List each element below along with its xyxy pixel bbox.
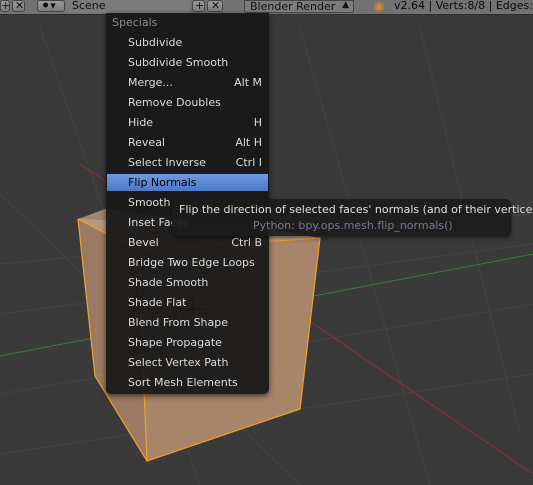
menu-item-bridge-two-edge-loops[interactable]: Bridge Two Edge Loops [107, 254, 268, 271]
menu-item-blend-from-shape[interactable]: Blend From Shape [107, 314, 268, 331]
menu-item-subdivide-smooth[interactable]: Subdivide Smooth [107, 54, 268, 71]
menu-item-shape-propagate[interactable]: Shape Propagate [107, 334, 268, 351]
menu-item-bevel[interactable]: Bevel Ctrl B [107, 234, 268, 251]
add-icon[interactable]: + [0, 0, 10, 12]
menu-item-label: Bridge Two Edge Loops [128, 256, 255, 269]
menu-item-label: Shade Smooth [128, 276, 209, 289]
tooltip-description: Flip the direction of selected faces' no… [179, 203, 533, 216]
menu-item-label: Remove Doubles [128, 96, 221, 109]
menu-item-shortcut: Alt H [235, 136, 262, 149]
menu-item-hide[interactable]: Hide H [107, 114, 268, 131]
scene-browse-icon[interactable]: ⚫▾ [37, 0, 65, 12]
menu-item-label: Shape Propagate [128, 336, 222, 349]
menu-item-shortcut: Ctrl I [235, 156, 262, 169]
menu-item-shade-smooth[interactable]: Shade Smooth [107, 274, 268, 291]
menu-item-label: Reveal [128, 136, 165, 149]
close-icon[interactable]: ✕ [12, 0, 25, 12]
menu-item-flip-normals[interactable]: Flip Normals [107, 174, 268, 191]
menu-item-label: Sort Mesh Elements [128, 376, 238, 389]
menu-item-label: Subdivide [128, 36, 183, 49]
menu-item-label: Hide [128, 116, 154, 129]
menu-item-label: Subdivide Smooth [128, 56, 229, 69]
menu-item-label: Smooth [128, 196, 171, 209]
menu-item-merge[interactable]: Merge... Alt M [107, 74, 268, 91]
blender-logo-icon: ◉ [374, 0, 385, 13]
menu-item-shortcut: Alt M [234, 76, 262, 89]
updown-arrows-icon: ▲ [342, 0, 349, 10]
menu-item-label: Select Inverse [128, 156, 206, 169]
menu-item-shade-flat[interactable]: Shade Flat [107, 294, 268, 311]
menu-item-label: Select Vertex Path [128, 356, 229, 369]
menu-item-remove-doubles[interactable]: Remove Doubles [107, 94, 268, 111]
scene-field[interactable]: Scene [66, 0, 190, 13]
menu-item-label: Blend From Shape [128, 316, 229, 329]
menu-item-label: Bevel [128, 236, 159, 249]
menu-item-sort-mesh-elements[interactable]: Sort Mesh Elements [107, 374, 268, 391]
menu-item-label: Merge... [128, 76, 173, 89]
menu-item-select-vertex-path[interactable]: Select Vertex Path [107, 354, 268, 371]
menu-item-shortcut: H [253, 116, 262, 129]
menu-item-subdivide[interactable]: Subdivide [107, 34, 268, 51]
delete-scene-icon[interactable]: ✕ [207, 0, 223, 12]
menu-item-label: Flip Normals [128, 176, 197, 189]
menu-item-label: Shade Flat [128, 296, 187, 309]
tooltip: Flip the direction of selected faces' no… [172, 199, 533, 236]
menu-item-select-inverse[interactable]: Select Inverse Ctrl I [107, 154, 268, 171]
render-engine-select[interactable]: Blender Render ▲ [244, 0, 354, 13]
tooltip-python: Python: bpy.ops.mesh.flip_normals() [253, 219, 453, 232]
add-scene-icon[interactable]: + [192, 0, 205, 12]
version-stats: v2.64 | Verts:8/8 | Edges:12 [394, 0, 533, 12]
menu-item-shortcut: Ctrl B [231, 236, 262, 249]
menu-item-reveal[interactable]: Reveal Alt H [107, 134, 268, 151]
menu-title: Specials [112, 16, 158, 29]
